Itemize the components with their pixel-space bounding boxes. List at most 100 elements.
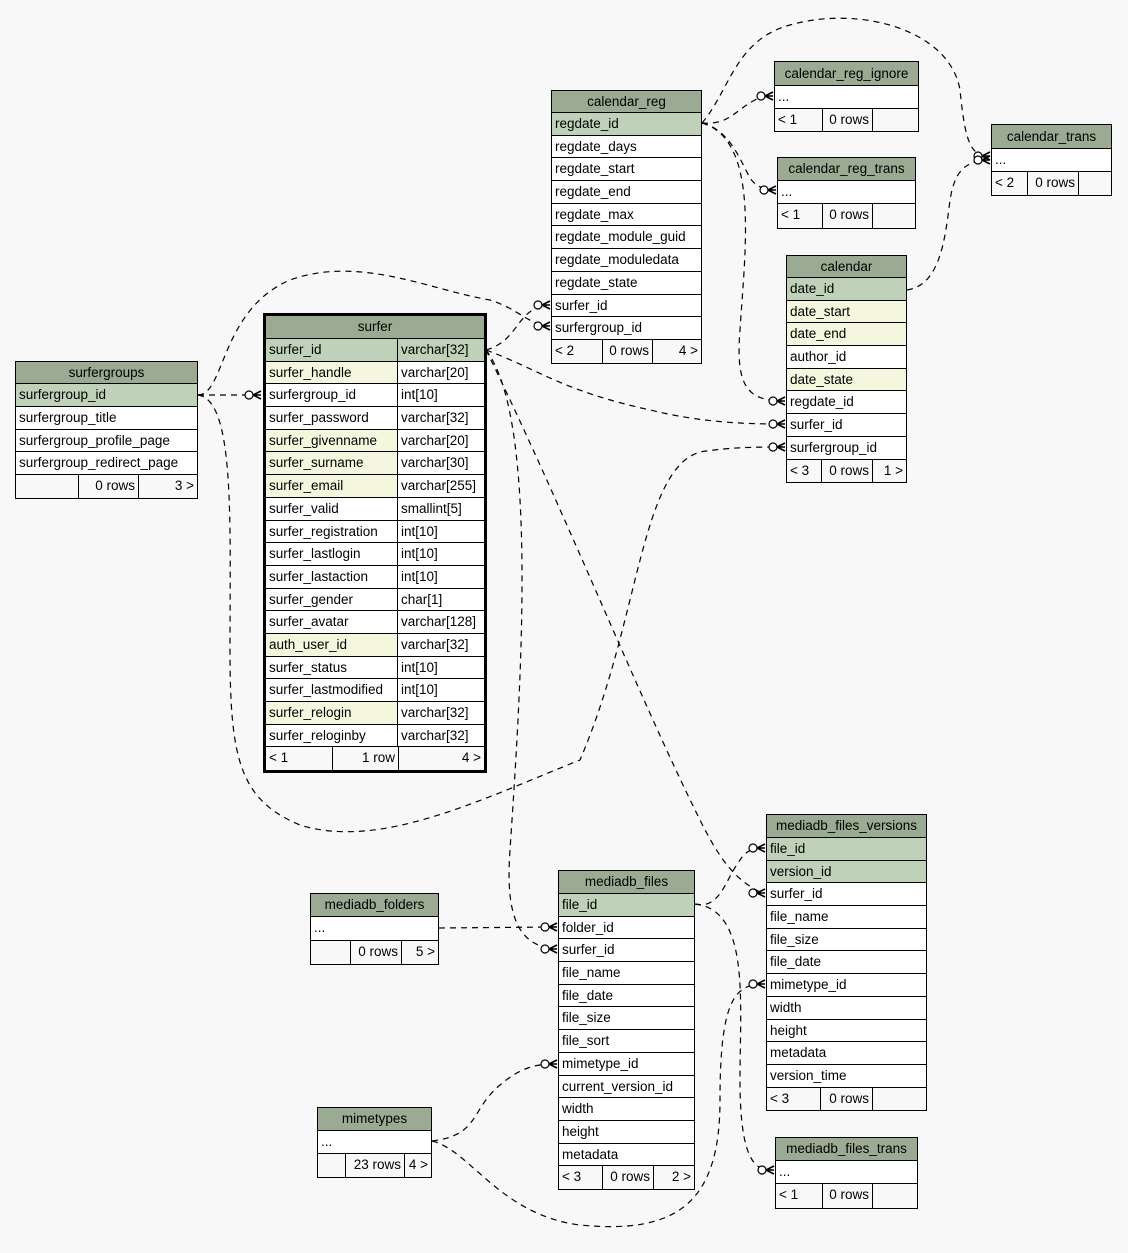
column-row[interactable]: file_date <box>559 984 694 1008</box>
column-row[interactable]: metadata <box>559 1143 694 1167</box>
column-row[interactable]: surfer_givenname varchar[20] <box>266 429 484 453</box>
table-mimetypes[interactable]: mimetypes... 23 rows 4 > <box>317 1107 432 1178</box>
column-row[interactable]: surfergroup_id <box>552 317 701 340</box>
children-count[interactable]: 5 > <box>401 940 438 964</box>
row-count[interactable]: 1 row <box>332 747 398 771</box>
column-row[interactable]: file_name <box>559 962 694 985</box>
column-row[interactable]: regdate_end <box>552 181 701 204</box>
column-row[interactable]: auth_user_id varchar[32] <box>266 633 484 657</box>
column-row[interactable]: ... <box>775 86 918 109</box>
row-count[interactable]: 0 rows <box>350 940 401 964</box>
parents-count[interactable]: < 1 <box>775 108 822 132</box>
parents-count[interactable]: < 1 <box>266 747 332 771</box>
column-row[interactable]: regdate_max <box>552 203 701 227</box>
table-calendar-trans[interactable]: calendar_trans... < 20 rows <box>991 124 1112 196</box>
children-count[interactable] <box>1078 172 1111 195</box>
column-row[interactable]: surfer_lastaction int[10] <box>266 565 484 589</box>
column-row[interactable]: file_name <box>767 906 926 929</box>
table-title[interactable]: calendar_reg_ignore <box>775 62 918 86</box>
column-row[interactable]: surfer_gender char[1] <box>266 588 484 612</box>
column-row[interactable]: ... <box>311 917 438 941</box>
table-title[interactable]: mediadb_files <box>559 871 694 894</box>
children-count[interactable]: 4 > <box>398 747 484 771</box>
table-calendar-reg-trans[interactable]: calendar_reg_trans... < 10 rows <box>777 157 916 229</box>
column-row[interactable]: width <box>559 1098 694 1121</box>
column-row[interactable]: file_sort <box>559 1030 694 1053</box>
row-count[interactable]: 0 rows <box>822 204 872 228</box>
column-row[interactable]: width <box>767 996 926 1020</box>
column-row[interactable]: surfer_id <box>787 414 906 437</box>
column-row[interactable]: surfergroup_id int[10] <box>266 384 484 408</box>
column-row[interactable]: mimetype_id <box>559 1052 694 1076</box>
table-calendar-reg[interactable]: calendar_reg regdate_id regdate_days regdat… <box>551 90 702 364</box>
table-mediadb-files[interactable]: mediadb_files file_id folder_id surfer_id fi… <box>558 870 695 1190</box>
table-title[interactable]: mimetypes <box>318 1108 431 1131</box>
parents-count[interactable] <box>318 1154 345 1177</box>
column-row[interactable]: height <box>559 1120 694 1144</box>
column-row[interactable]: ... <box>776 1161 917 1185</box>
column-row[interactable]: regdate_days <box>552 135 701 159</box>
column-row[interactable]: surfergroup_redirect_page <box>16 452 197 476</box>
table-title[interactable]: calendar_reg_trans <box>778 158 915 181</box>
column-row[interactable]: mimetype_id <box>767 974 926 997</box>
table-surfer[interactable]: surfer surfer_id varchar[32] surfer_handle v… <box>263 313 487 774</box>
column-row[interactable]: folder_id <box>559 916 694 940</box>
column-row[interactable]: surfer_status int[10] <box>266 656 484 680</box>
parents-count[interactable]: < 1 <box>778 204 822 228</box>
children-count[interactable] <box>872 204 915 228</box>
row-count[interactable]: 0 rows <box>822 108 872 132</box>
column-row[interactable]: version_time <box>767 1064 926 1088</box>
column-row[interactable]: surfer_valid smallint[5] <box>266 497 484 521</box>
children-count[interactable]: 3 > <box>138 475 197 498</box>
parents-count[interactable]: < 1 <box>776 1184 822 1208</box>
parents-count[interactable] <box>311 940 350 964</box>
column-row[interactable]: surfer_lastmodified int[10] <box>266 679 484 702</box>
table-surfergroups[interactable]: surfergroups surfergroup_id surfergroup_ti… <box>15 361 198 499</box>
row-count[interactable]: 0 rows <box>78 475 138 498</box>
column-row[interactable]: file_size <box>767 928 926 952</box>
table-title[interactable]: calendar_reg <box>552 91 701 113</box>
row-count[interactable]: 0 rows <box>820 1087 872 1111</box>
column-row[interactable]: surfer_surname varchar[30] <box>266 452 484 476</box>
column-row[interactable]: surfer_reloginby varchar[32] <box>266 724 484 748</box>
column-row[interactable]: ... <box>778 181 915 205</box>
children-count[interactable]: 4 > <box>404 1154 431 1177</box>
table-mediadb-folders[interactable]: mediadb_folders... 0 rows 5 > <box>310 893 439 965</box>
table-title[interactable]: mediadb_files_versions <box>767 815 926 838</box>
children-count[interactable]: 2 > <box>653 1166 694 1189</box>
parents-count[interactable]: < 3 <box>559 1166 602 1189</box>
column-row[interactable]: regdate_moduledata <box>552 249 701 272</box>
table-calendar-reg-ignore[interactable]: calendar_reg_ignore... < 10 rows <box>774 61 919 133</box>
column-row[interactable]: regdate_id <box>552 113 701 136</box>
children-count[interactable] <box>872 1184 917 1208</box>
column-row[interactable]: height <box>767 1019 926 1043</box>
table-title[interactable]: surfergroups <box>16 362 197 384</box>
column-row[interactable]: surfergroup_profile_page <box>16 429 197 453</box>
column-row[interactable]: file_id <box>767 838 926 861</box>
parents-count[interactable]: < 3 <box>787 459 821 483</box>
row-count[interactable]: 0 rows <box>822 1184 872 1208</box>
table-title[interactable]: calendar_trans <box>992 125 1111 149</box>
column-row[interactable]: surfer_password varchar[32] <box>266 407 484 430</box>
column-row[interactable]: surfer_email varchar[255] <box>266 475 484 498</box>
column-row[interactable]: ... <box>318 1131 431 1154</box>
table-mediadb-files-versions[interactable]: mediadb_files_versions file_id version_id s… <box>766 814 927 1112</box>
column-row[interactable]: regdate_id <box>787 391 906 415</box>
column-row[interactable]: surfer_id varchar[32] <box>266 339 484 362</box>
column-row[interactable]: author_id <box>787 346 906 369</box>
column-row[interactable]: surfer_relogin varchar[32] <box>266 702 484 725</box>
children-count[interactable]: 4 > <box>652 339 701 363</box>
column-row[interactable]: surfer_id <box>559 939 694 963</box>
children-count[interactable] <box>872 1087 926 1111</box>
column-row[interactable]: regdate_start <box>552 158 701 182</box>
row-count[interactable]: 0 rows <box>1027 172 1078 195</box>
column-row[interactable]: file_id <box>559 894 694 917</box>
column-row[interactable]: surfergroup_id <box>16 384 197 407</box>
row-count[interactable]: 0 rows <box>821 459 872 483</box>
column-row[interactable]: date_state <box>787 368 906 392</box>
column-row[interactable]: current_version_id <box>559 1075 694 1099</box>
column-row[interactable]: surfer_avatar varchar[128] <box>266 611 484 634</box>
parents-count[interactable] <box>16 475 78 498</box>
row-count[interactable]: 0 rows <box>602 1166 653 1189</box>
children-count[interactable] <box>872 108 918 132</box>
